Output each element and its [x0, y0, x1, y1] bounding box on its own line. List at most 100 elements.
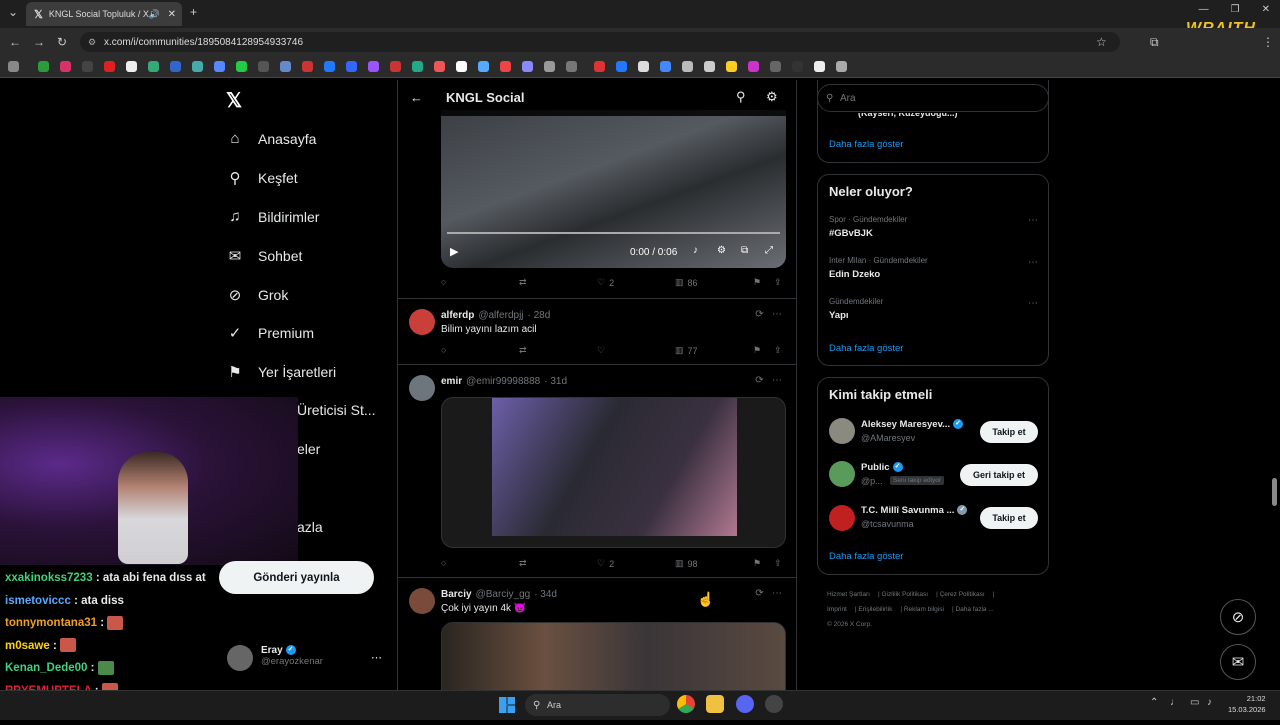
footer-link[interactable]: Hizmet Şartları [827, 591, 870, 598]
nav-creator-studio[interactable]: Üreticisi St... [297, 402, 376, 418]
extensions-icon[interactable]: ⧉ [1150, 35, 1159, 50]
bookmark-icon[interactable] [126, 61, 137, 72]
bookmark-icon[interactable] [522, 61, 533, 72]
nav-bookmarks[interactable]: ⚑ Yer İşaretleri [226, 363, 336, 381]
nav-premium[interactable]: ✓ Premium [226, 324, 314, 342]
bookmark-icon[interactable]: ⚑ [753, 277, 761, 288]
nav-grok[interactable]: ⊘ Grok [226, 286, 289, 304]
post[interactable]: Barciy @Barciy_gg · 34d ⟳ ⋯ Çok iyi yayı… [398, 577, 796, 690]
bookmark-icon[interactable] [616, 61, 627, 72]
avatar[interactable] [829, 418, 855, 444]
bookmark-icon[interactable] [814, 61, 825, 72]
repost-icon[interactable]: ⇄ [519, 277, 527, 288]
tab-list-icon[interactable]: ⌄ [8, 5, 18, 19]
footer-link[interactable]: Erişilebilirlik [858, 606, 892, 613]
account-switcher[interactable]: Eray ✓ @erayozkenar [261, 645, 323, 667]
nav-lists[interactable]: eler [297, 441, 320, 457]
share-icon[interactable]: ⇪ [774, 345, 782, 356]
play-icon[interactable]: ▶ [450, 245, 458, 258]
minimize-icon[interactable]: — [1199, 4, 1209, 15]
browser-tab[interactable]: 𝕏 KNGL Social Topluluk / X 🔊 ✕ [26, 2, 182, 26]
footer-link[interactable]: Çerez Politikası [940, 591, 985, 598]
settings-icon[interactable]: ⚙ [717, 245, 726, 256]
views-button[interactable]: ▥ 98 [675, 558, 698, 569]
post-video[interactable] [441, 397, 786, 548]
bookmark-icon[interactable] [478, 61, 489, 72]
show-more-link[interactable]: Daha fazla göster [829, 343, 903, 354]
back-arrow-icon[interactable]: ← [410, 90, 423, 105]
nav-more[interactable]: azla [297, 519, 323, 535]
menu-icon[interactable]: ⋮ [1262, 35, 1274, 49]
more-icon[interactable]: ⋯ [1028, 257, 1038, 268]
avatar[interactable] [409, 588, 435, 614]
bookmark-icon[interactable] [704, 61, 715, 72]
address-bar[interactable]: ⚙ x.com/i/communities/189508412895493374… [80, 32, 1120, 52]
follow-name[interactable]: T.C. Millî Savunma ... ✓ [861, 505, 968, 516]
video-player[interactable]: ▶ 0:00 / 0:06 ♪ ⚙ ⧉ ⤢ [441, 110, 786, 268]
monitor-icon[interactable]: ▭ [1190, 697, 1199, 708]
show-more-link[interactable]: Daha fazla göster [829, 551, 903, 562]
more-icon[interactable]: ⟳ ⋯ [755, 309, 782, 320]
post-author[interactable]: emir @emir99998888 · 31d [441, 376, 567, 387]
avatar[interactable] [829, 461, 855, 487]
folder-icon[interactable] [706, 695, 724, 713]
messages-fab-icon[interactable]: ✉ [1220, 644, 1256, 680]
microphone-icon[interactable]: ♩ [1170, 697, 1180, 708]
apps-icon[interactable] [8, 61, 19, 72]
bookmark-icon[interactable] [412, 61, 423, 72]
follow-name[interactable]: Aleksey Maresyev... ✓ [861, 419, 964, 430]
volume-icon[interactable]: ♪ [693, 245, 698, 256]
more-icon[interactable]: ⟳ ⋯ [755, 375, 782, 386]
volume-icon[interactable]: ♪ [1207, 697, 1212, 708]
video-progress-bar[interactable] [447, 232, 780, 234]
system-clock[interactable]: 21:02 15.03.2026 [1228, 693, 1266, 715]
bookmark-icon[interactable]: ⚑ [753, 558, 761, 569]
more-icon[interactable]: ⟳ ⋯ [755, 588, 782, 599]
bookmark-icon[interactable] [104, 61, 115, 72]
bookmark-icon[interactable] [660, 61, 671, 72]
post-button[interactable]: Gönderi yayınla [219, 561, 374, 594]
maximize-icon[interactable]: ❐ [1231, 4, 1240, 15]
settings-icon[interactable]: ⚙ [766, 89, 778, 105]
follow-back-button[interactable]: Geri takip et [960, 464, 1038, 486]
share-icon[interactable]: ⇪ [774, 558, 782, 569]
trend-name[interactable]: Edin Dzeko [829, 269, 880, 280]
fullscreen-icon[interactable]: ⤢ [765, 245, 773, 256]
post-author[interactable]: Barciy @Barciy_gg · 34d [441, 589, 557, 600]
bookmark-icon[interactable] [638, 61, 649, 72]
taskbar-search[interactable]: ⚲ Ara [525, 694, 670, 716]
bookmark-icon[interactable] [346, 61, 357, 72]
window-close-icon[interactable]: ✕ [1262, 4, 1270, 15]
bookmark-icon[interactable] [748, 61, 759, 72]
speaker-icon[interactable]: 🔊 [149, 9, 160, 20]
scrollbar[interactable] [1272, 478, 1277, 506]
bookmark-icon[interactable] [682, 61, 693, 72]
grok-fab-icon[interactable]: ⊘ [1220, 599, 1256, 635]
bookmark-icon[interactable] [390, 61, 401, 72]
footer-link[interactable]: Daha fazla ... [955, 606, 993, 613]
bookmark-icon[interactable] [214, 61, 225, 72]
bookmark-icon[interactable]: ⚑ [753, 345, 761, 356]
bookmark-icon[interactable] [456, 61, 467, 72]
follow-name[interactable]: Public ✓ [861, 462, 903, 473]
more-icon[interactable]: ⋯ [1028, 215, 1038, 226]
bookmark-icon[interactable] [280, 61, 291, 72]
bookmark-icon[interactable] [324, 61, 335, 72]
reply-icon[interactable]: ○ [441, 277, 446, 287]
post[interactable]: emir @emir99998888 · 31d ⟳ ⋯ ○ ⇄ ♡ 2 ▥ 98 … [398, 364, 796, 577]
like-button[interactable]: ♡ 2 [597, 277, 614, 288]
avatar[interactable] [227, 645, 253, 671]
trend-name[interactable]: #GBvBJK [829, 228, 873, 239]
nav-home[interactable]: ⌂ Anasayfa [226, 130, 316, 147]
bookmark-icon[interactable] [500, 61, 511, 72]
tab-close-icon[interactable]: ✕ [168, 9, 176, 20]
views-button[interactable]: ▥ 77 [675, 345, 698, 356]
search-icon[interactable]: ⚲ [736, 89, 746, 105]
chrome-icon[interactable] [677, 695, 695, 713]
bookmark-icon[interactable] [258, 61, 269, 72]
like-button[interactable]: ♡ 2 [597, 558, 614, 569]
footer-link[interactable]: Reklam bilgisi [904, 606, 944, 613]
bookmark-icon[interactable] [60, 61, 71, 72]
reply-icon[interactable]: ○ [441, 345, 446, 355]
avatar[interactable] [409, 375, 435, 401]
